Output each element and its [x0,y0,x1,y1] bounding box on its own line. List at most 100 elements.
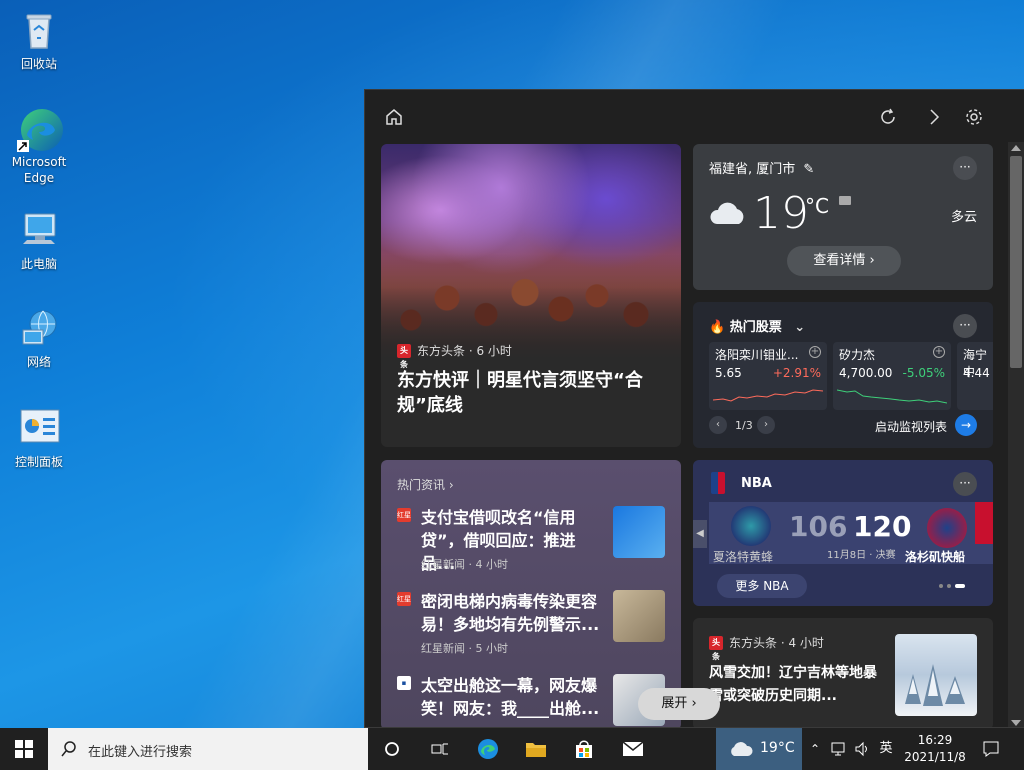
hot-news-card[interactable]: 热门资讯 › 红星 支付宝借呗改名“信用贷”，借呗回应：推进品... 红星新闻 … [381,460,681,727]
stocks-page-indicator: 1/3 [735,419,753,432]
notification-center-icon[interactable] [978,728,1004,770]
stock-item[interactable]: 海宁中 4.44 [957,342,993,410]
cortana-button[interactable] [368,728,416,770]
news-thumbnail [613,590,665,642]
control-panel-icon [17,406,61,450]
scroll-down-arrow-icon[interactable] [1011,720,1021,726]
taskbar-weather-temp: 19°C [760,740,795,756]
stocks-title: 🔥 热门股票 ⌄ [709,320,806,335]
widgets-panel: 头条 东方头条 · 6 小时 东方快评｜明星代言须坚守“合规”底线 福建省, 厦… [364,89,1024,728]
chevron-right-icon[interactable] [923,106,945,128]
news-source-logo-icon: ▪ [397,676,411,690]
refresh-icon[interactable] [877,106,899,128]
weather-card[interactable]: 福建省, 厦门市 ✎ ··· 19 °C 多云 查看详情 › [693,144,993,290]
desktop-icon-recycle-bin[interactable]: 回收站 [4,8,74,72]
chevron-right-icon: › [865,253,875,268]
desktop-icon-edge[interactable]: Microsoft Edge [4,106,74,186]
home-score: 106 [789,510,848,543]
stock-change: -5.05% [902,366,945,380]
hero-news-source-text: 东方头条 · 6 小时 [417,344,512,358]
hot-news-header[interactable]: 热门资讯 › [397,476,454,493]
start-watchlist-label[interactable]: 启动监视列表 [875,418,947,435]
pencil-icon[interactable]: ✎ [803,162,814,177]
stock-price: 4.44 [963,366,990,380]
taskbar-clock[interactable]: 16:29 2021/11/8 [900,732,970,766]
network-globe-icon [17,306,61,350]
add-stock-icon[interactable]: + [933,346,945,358]
nba-scoreboard[interactable]: 106 120 夏洛特黄蜂 11月8日 · 决赛 洛杉矶快船 [709,502,993,564]
weather-more-button[interactable]: ··· [953,156,977,180]
hongxing-logo-icon: 红星 [397,508,411,522]
windows-logo-icon [15,740,33,758]
snow-news-card[interactable]: 头条 东方头条 · 4 小时 风雪交加！辽宁吉林等地暴雪或突破历史同期... [693,618,993,727]
scroll-up-arrow-icon[interactable] [1011,145,1021,151]
desktop-icon-label: 控制面板 [14,455,63,469]
input-method-indicator[interactable]: 英 [876,728,896,770]
home-icon[interactable] [383,106,405,128]
task-view-button[interactable] [416,728,464,770]
stock-item[interactable]: 洛阳栾川钼业... + 5.65 +2.91% [709,342,827,410]
desktop-icon-this-pc[interactable]: 此电脑 [4,208,74,272]
toutiao-logo-icon: 头条 [397,343,411,369]
more-nba-button[interactable]: 更多 NBA [717,574,807,598]
taskbar-store-button[interactable] [560,728,608,770]
weather-temperature: 19 [753,188,809,239]
stocks-more-button[interactable]: ··· [953,314,977,338]
stocks-next-button[interactable]: › [757,416,775,434]
nba-prev-button[interactable]: ◀ [693,520,707,548]
snow-news-image [895,634,977,716]
chevron-down-icon[interactable]: ⌄ [794,320,805,335]
arrow-right-icon[interactable]: → [955,414,977,436]
task-view-icon [431,743,448,755]
volume-icon[interactable] [852,728,872,770]
taskbar-search-box[interactable]: 在此键入进行搜索 [48,728,368,770]
chevron-right-icon: › [687,696,697,711]
snow-news-title[interactable]: 风雪交加！辽宁吉林等地暴雪或突破历史同期... [709,662,879,708]
news-list-item[interactable]: 红星 密闭电梯内病毒传染更容易！多地均有先例警示... 红星新闻 · 5 小时 [397,590,665,668]
taskbar-edge-button[interactable] [464,728,512,770]
news-list-item[interactable]: ▪ 太空出舱这一幕，网友爆笑！网友：我____出舱... [397,674,665,727]
stock-price: 4,700.00 [839,366,893,380]
folder-icon [526,743,546,757]
news-list-item[interactable]: 红星 支付宝借呗改名“信用贷”，借呗回应：推进品... 红星新闻 · 4 小时 [397,506,665,584]
hero-news-card[interactable]: 头条 东方头条 · 6 小时 东方快评｜明星代言须坚守“合规”底线 [381,144,681,447]
stock-sparkline [713,389,823,402]
taskbar-file-explorer-button[interactable] [512,728,560,770]
snow-news-source: 头条 东方头条 · 4 小时 [709,634,824,661]
clock-date: 2021/11/8 [904,750,966,764]
news-title[interactable]: 密闭电梯内病毒传染更容易！多地均有先例警示... [421,590,607,636]
stocks-card[interactable]: 🔥 热门股票 ⌄ ··· 洛阳栾川钼业... + 5.65 +2.91% 矽力杰… [693,302,993,448]
taskbar-weather-button[interactable]: 19°C [716,728,802,770]
stock-item[interactable]: 矽力杰 + 4,700.00 -5.05% [833,342,951,410]
news-title[interactable]: 太空出舱这一幕，网友爆笑！网友：我____出舱... [421,674,607,720]
hero-news-source: 头条 东方头条 · 6 小时 [397,342,512,369]
widgets-scrollbar[interactable] [1008,142,1024,727]
desktop-icon-network[interactable]: 网络 [4,306,74,370]
show-hidden-icons-chevron-up-icon[interactable]: ⌃ [806,728,824,770]
stock-price: 5.65 [715,366,742,380]
nba-more-button[interactable]: ··· [953,472,977,496]
desktop-icon-control-panel[interactable]: 控制面板 [4,406,74,470]
nba-card[interactable]: NBA ··· ◀ 106 120 夏洛特黄蜂 11月8日 · 决赛 洛杉矶快船… [693,460,993,606]
mail-icon [622,741,644,756]
taskbar: 在此键入进行搜索 19°C ⌃ 英 16:29 2021/11/8 [0,728,1024,770]
weather-location: 福建省, 厦门市 ✎ [709,162,815,177]
snow-news-source-text: 东方头条 · 4 小时 [729,636,824,650]
flame-icon: 🔥 [709,320,726,335]
expand-button[interactable]: 展开 › [638,688,720,720]
hero-news-title[interactable]: 东方快评｜明星代言须坚守“合规”底线 [397,368,665,418]
gear-icon[interactable] [963,106,985,128]
start-button[interactable] [0,728,48,770]
desktop-icon-label: 回收站 [20,57,57,71]
scrollbar-thumb[interactable] [1010,156,1022,368]
network-icon[interactable] [828,728,848,770]
desktop-icon-label: Microsoft Edge [11,155,67,185]
stocks-prev-button[interactable]: ‹ [709,416,727,434]
toutiao-logo-icon: 头条 [709,635,723,661]
weather-details-button[interactable]: 查看详情 › [787,246,901,276]
recycle-bin-icon [17,8,61,52]
add-stock-icon[interactable]: + [809,346,821,358]
taskbar-mail-button[interactable] [608,728,656,770]
away-score: 120 [853,510,912,543]
stock-change: +2.91% [772,366,821,380]
